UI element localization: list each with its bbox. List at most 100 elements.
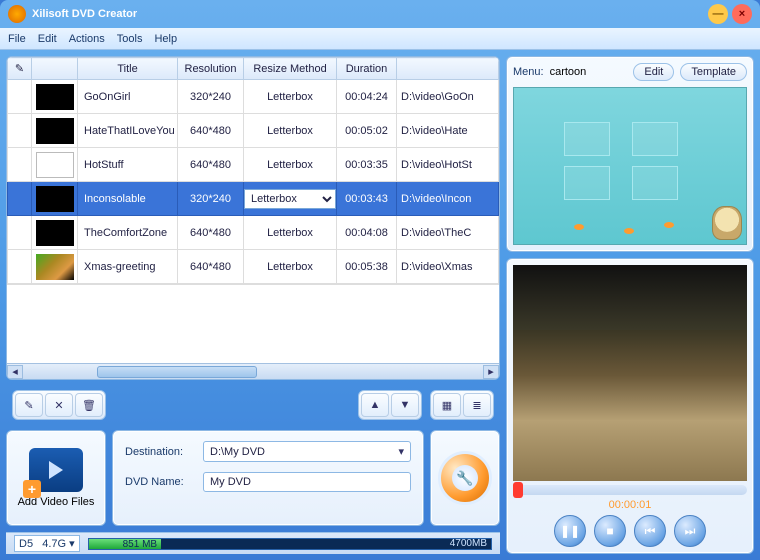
col-thumb xyxy=(32,58,78,80)
menu-file[interactable]: File xyxy=(8,33,26,45)
table-row[interactable]: TheComfortZone640*480Letterbox00:04:08D:… xyxy=(8,216,499,250)
minimize-button[interactable]: — xyxy=(708,4,728,24)
cell-path: D:\video\Hate xyxy=(397,114,499,148)
cell-path: D:\video\Incon xyxy=(397,182,499,216)
col-resize[interactable]: Resize Method xyxy=(244,58,337,80)
cell-method: Letterbox xyxy=(244,250,337,284)
h-scrollbar[interactable]: ◂ ▸ xyxy=(7,363,499,379)
cell-method: Letterbox xyxy=(244,114,337,148)
menu-help[interactable]: Help xyxy=(154,33,177,45)
table-row[interactable]: GoOnGirl320*240Letterbox00:04:24D:\video… xyxy=(8,80,499,114)
capacity-used: 851 MB xyxy=(89,539,161,549)
delete-item-button[interactable]: 🗑 xyxy=(75,393,103,417)
video-preview[interactable] xyxy=(513,265,747,481)
thumb-icon xyxy=(36,118,74,144)
move-up-button[interactable]: ▲ xyxy=(361,393,389,417)
table-row[interactable]: Inconsolable320*240Letterbox00:03:43D:\v… xyxy=(8,182,499,216)
cell-resolution: 640*480 xyxy=(178,114,244,148)
dvdname-field[interactable]: My DVD xyxy=(203,472,411,492)
cell-title: Xmas-greeting xyxy=(78,250,178,284)
col-duration[interactable]: Duration xyxy=(337,58,397,80)
timecode: 00:00:01 xyxy=(513,499,747,511)
prev-button[interactable]: ⏮ xyxy=(634,515,666,547)
thumb-icon xyxy=(36,152,74,178)
stop-button[interactable]: ■ xyxy=(594,515,626,547)
list-toolbar: ✎ ✕ 🗑 ▲ ▼ ▦ ≣ xyxy=(6,386,500,424)
table-row[interactable]: HotStuff640*480Letterbox00:03:35D:\video… xyxy=(8,148,499,182)
thumb-icon xyxy=(36,186,74,212)
remove-item-button[interactable]: ✕ xyxy=(45,393,73,417)
cell-duration: 00:04:08 xyxy=(337,216,397,250)
menu-edit[interactable]: Edit xyxy=(38,33,57,45)
dvdname-label: DVD Name: xyxy=(125,476,195,488)
scroll-right-button[interactable]: ▸ xyxy=(483,365,499,379)
next-button[interactable]: ⏭ xyxy=(674,515,706,547)
burn-button[interactable]: 🔧 xyxy=(438,451,492,505)
chevron-down-icon: ▾ xyxy=(398,445,404,458)
app-logo-icon xyxy=(8,5,26,23)
menu-template-name: cartoon xyxy=(550,66,587,78)
thumb-icon xyxy=(36,254,74,280)
disc-type-select[interactable]: D5 4.7G ▾ xyxy=(14,535,80,552)
cell-duration: 00:03:43 xyxy=(337,182,397,216)
edit-item-button[interactable]: ✎ xyxy=(15,393,43,417)
cell-path: D:\video\Xmas xyxy=(397,250,499,284)
col-title[interactable]: Title xyxy=(78,58,178,80)
cell-title: Inconsolable xyxy=(78,182,178,216)
mascot-icon xyxy=(712,206,742,240)
cell-resolution: 640*480 xyxy=(178,216,244,250)
thumb-icon xyxy=(36,84,74,110)
video-table[interactable]: ✎ Title Resolution Resize Method Duratio… xyxy=(7,57,499,284)
scroll-left-button[interactable]: ◂ xyxy=(7,365,23,379)
titlebar: Xilisoft DVD Creator — × xyxy=(0,0,760,28)
burn-card: 🔧 xyxy=(430,430,500,526)
menu-tools[interactable]: Tools xyxy=(117,33,143,45)
cell-path: D:\video\GoOn xyxy=(397,80,499,114)
move-down-button[interactable]: ▼ xyxy=(391,393,419,417)
menu-template-button[interactable]: Template xyxy=(680,63,747,81)
add-video-card[interactable]: Add Video Files xyxy=(6,430,106,526)
cell-resolution: 320*240 xyxy=(178,80,244,114)
list-view-button[interactable]: ≣ xyxy=(463,393,491,417)
cell-duration: 00:05:38 xyxy=(337,250,397,284)
resize-method-select[interactable]: Letterbox xyxy=(244,189,336,209)
thumb-view-button[interactable]: ▦ xyxy=(433,393,461,417)
cell-duration: 00:05:02 xyxy=(337,114,397,148)
cell-title: TheComfortZone xyxy=(78,216,178,250)
scroll-thumb[interactable] xyxy=(97,366,257,378)
cell-title: HateThatILoveYou xyxy=(78,114,178,148)
destination-field[interactable]: D:\My DVD ▾ xyxy=(203,441,411,462)
close-button[interactable]: × xyxy=(732,4,752,24)
menu-label: Menu: xyxy=(513,66,544,78)
cell-resolution: 640*480 xyxy=(178,148,244,182)
menu-template-panel: Menu: cartoon Edit Template xyxy=(506,56,754,252)
video-table-panel: ✎ Title Resolution Resize Method Duratio… xyxy=(6,56,500,380)
col-path xyxy=(397,58,499,80)
seek-knob[interactable] xyxy=(513,482,523,498)
table-row[interactable]: HateThatILoveYou640*480Letterbox00:05:02… xyxy=(8,114,499,148)
menu-edit-button[interactable]: Edit xyxy=(633,63,674,81)
cell-method: Letterbox xyxy=(244,80,337,114)
capacity-total: 4700MB xyxy=(450,538,487,549)
cell-resolution: 320*240 xyxy=(178,182,244,216)
cell-path: D:\video\TheC xyxy=(397,216,499,250)
table-row[interactable]: Xmas-greeting640*480Letterbox00:05:38D:\… xyxy=(8,250,499,284)
pause-button[interactable]: ❚❚ xyxy=(554,515,586,547)
capacity-bar: 851 MB 4700MB xyxy=(88,538,492,550)
cell-method: Letterbox xyxy=(244,148,337,182)
cell-duration: 00:04:24 xyxy=(337,80,397,114)
cell-resolution: 640*480 xyxy=(178,250,244,284)
cell-duration: 00:03:35 xyxy=(337,148,397,182)
destination-label: Destination: xyxy=(125,446,195,458)
seek-bar[interactable] xyxy=(513,485,747,495)
col-edit[interactable]: ✎ xyxy=(8,58,32,80)
statusbar: D5 4.7G ▾ 851 MB 4700MB xyxy=(6,532,500,554)
menu-actions[interactable]: Actions xyxy=(69,33,105,45)
col-resolution[interactable]: Resolution xyxy=(178,58,244,80)
menu-preview[interactable] xyxy=(513,87,747,245)
cell-method: Letterbox xyxy=(244,216,337,250)
cell-title: HotStuff xyxy=(78,148,178,182)
cell-title: GoOnGirl xyxy=(78,80,178,114)
destination-card: Destination: D:\My DVD ▾ DVD Name: My DV… xyxy=(112,430,424,526)
preview-panel: 00:00:01 ❚❚ ■ ⏮ ⏭ xyxy=(506,258,754,554)
